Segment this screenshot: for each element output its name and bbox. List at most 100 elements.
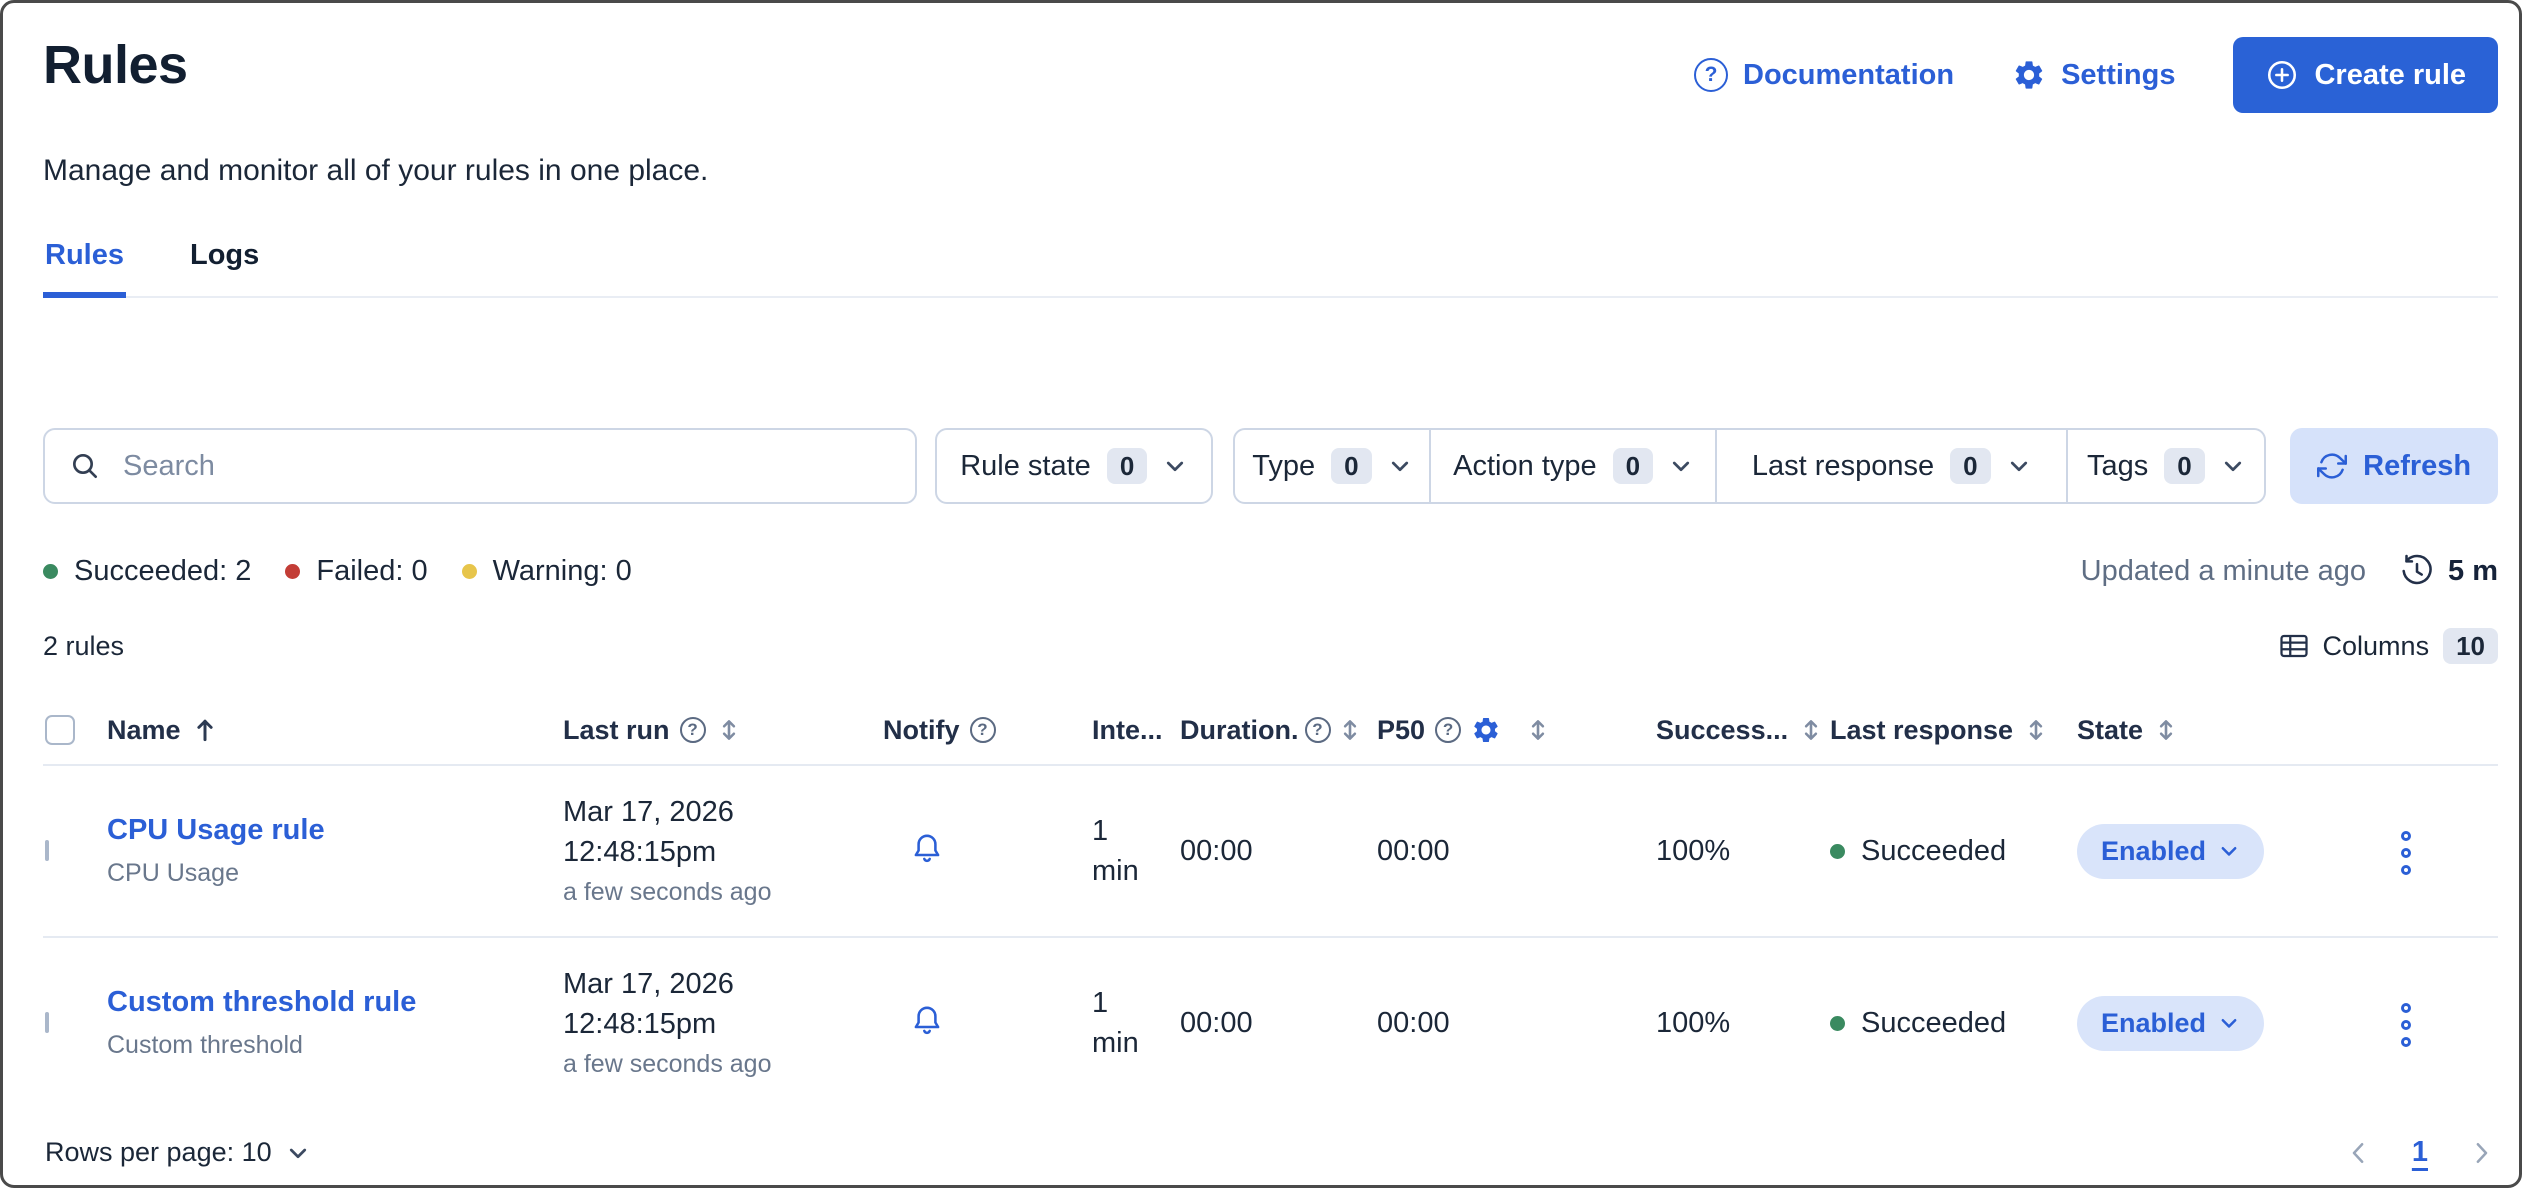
last-run-cell: Mar 17, 2026 12:48:15pm a few seconds ag… (563, 964, 883, 1082)
select-all-checkbox[interactable] (45, 715, 75, 745)
notify-cell (883, 831, 1092, 872)
interval-value: 1 min (1092, 983, 1156, 1063)
settings-link[interactable]: Settings (2012, 58, 2175, 92)
rule-type-label: Custom threshold (107, 1031, 563, 1060)
header-state[interactable]: State (2077, 715, 2393, 746)
header-name[interactable]: Name (107, 715, 563, 746)
page-number[interactable]: 1 (2412, 1136, 2428, 1169)
chevron-down-icon (2218, 1012, 2240, 1034)
last-run-date: Mar 17, 2026 (563, 964, 883, 1004)
header-duration[interactable]: Duration. ? (1180, 715, 1377, 746)
next-page-icon[interactable] (2466, 1138, 2496, 1168)
refresh-label: Refresh (2363, 450, 2471, 483)
chevron-down-icon (2221, 454, 2245, 478)
create-rule-button[interactable]: Create rule (2233, 37, 2498, 113)
state-dropdown[interactable]: Enabled (2077, 824, 2264, 879)
columns-label: Columns (2323, 631, 2430, 662)
filter-rule-state[interactable]: Rule state 0 (935, 428, 1213, 504)
sortable-icon (1337, 717, 1363, 743)
rule-name-link[interactable]: Custom threshold rule (107, 986, 416, 1018)
sortable-icon (2023, 717, 2049, 743)
documentation-link[interactable]: ? Documentation (1694, 58, 1954, 92)
previous-page-icon[interactable] (2344, 1138, 2374, 1168)
refresh-interval-button[interactable]: 5 m (2400, 554, 2498, 588)
last-run-time: 12:48:15pm (563, 832, 883, 872)
info-icon[interactable]: ? (970, 717, 996, 743)
filter-tags-count: 0 (2164, 448, 2204, 484)
page-title: Rules (43, 33, 188, 97)
columns-count-badge: 10 (2443, 628, 2498, 664)
tab-logs[interactable]: Logs (188, 239, 261, 298)
filter-group: Type 0 Action type 0 Last response 0 Tag… (1233, 428, 2267, 504)
header-last-run[interactable]: Last run ? (563, 715, 883, 746)
table-grid-icon (2279, 631, 2309, 661)
search-icon (69, 450, 101, 482)
page-content: Rules ? Documentation Settings Create ru… (3, 3, 2519, 1185)
status-row: Succeeded: 2 Failed: 0 Warning: 0 Update… (43, 554, 2498, 588)
filter-type-label: Type (1252, 450, 1315, 483)
header-success-ratio[interactable]: Success... (1656, 715, 1830, 746)
status-failed: Failed: 0 (285, 555, 427, 588)
filter-type[interactable]: Type 0 (1235, 430, 1430, 502)
duration-value: 00:00 (1180, 835, 1377, 868)
filter-action-type-count: 0 (1613, 448, 1653, 484)
name-cell: CPU Usage rule CPU Usage (107, 814, 563, 888)
filter-last-response[interactable]: Last response 0 (1715, 430, 2066, 502)
info-icon[interactable]: ? (1305, 717, 1331, 743)
page-header: Rules ? Documentation Settings Create ru… (43, 33, 2498, 113)
filter-last-response-label: Last response (1752, 450, 1934, 483)
refresh-button[interactable]: Refresh (2290, 428, 2498, 504)
last-run-time: 12:48:15pm (563, 1004, 883, 1044)
row-checkbox[interactable] (45, 840, 49, 861)
success-ratio-value: 100% (1656, 835, 1830, 868)
warning-dot-icon (462, 564, 477, 579)
state-value: Enabled (2101, 836, 2206, 867)
rule-name-link[interactable]: CPU Usage rule (107, 814, 325, 846)
sortable-icon (2153, 717, 2179, 743)
succeeded-dot-icon (1830, 844, 1845, 859)
refresh-interval-label: 5 m (2448, 555, 2498, 588)
chevron-down-icon (1669, 454, 1693, 478)
clock-refresh-icon (2400, 554, 2434, 588)
state-cell: Enabled (2077, 996, 2393, 1051)
filter-rule-state-count: 0 (1107, 448, 1147, 484)
help-icon: ? (1694, 58, 1728, 92)
gear-icon[interactable] (1471, 715, 1501, 745)
bell-icon[interactable] (909, 1003, 945, 1039)
rule-count: 2 rules (43, 631, 124, 662)
info-icon[interactable]: ? (1435, 717, 1461, 743)
header-last-response[interactable]: Last response (1830, 715, 2077, 746)
tab-rules[interactable]: Rules (43, 239, 126, 298)
interval-value: 1 min (1092, 811, 1156, 891)
state-dropdown[interactable]: Enabled (2077, 996, 2264, 1051)
header-interval: Inte... (1092, 715, 1180, 746)
search-input[interactable] (121, 449, 891, 484)
last-run-relative: a few seconds ago (563, 1046, 883, 1082)
last-run-cell: Mar 17, 2026 12:48:15pm a few seconds ag… (563, 792, 883, 910)
row-actions-menu[interactable] (2401, 831, 2411, 875)
header-p50[interactable]: P50 ? (1377, 715, 1656, 746)
header-notify: Notify ? (883, 715, 1092, 746)
last-run-date: Mar 17, 2026 (563, 792, 883, 832)
p50-value: 00:00 (1377, 1007, 1656, 1040)
sortable-icon (1525, 717, 1551, 743)
table-meta-row: 2 rules Columns 10 (43, 628, 2498, 664)
documentation-label: Documentation (1743, 59, 1954, 92)
filter-action-type[interactable]: Action type 0 (1429, 430, 1715, 502)
row-actions-menu[interactable] (2401, 1003, 2411, 1047)
rows-per-page-label: Rows per page: 10 (45, 1137, 272, 1168)
bell-icon[interactable] (909, 831, 945, 867)
filter-tags[interactable]: Tags 0 (2066, 430, 2265, 502)
last-response-value: Succeeded (1861, 835, 2006, 868)
columns-button[interactable]: Columns 10 (2279, 628, 2498, 664)
name-cell: Custom threshold rule Custom threshold (107, 986, 563, 1060)
filter-action-type-label: Action type (1453, 450, 1596, 483)
succeeded-label: Succeeded: 2 (74, 555, 251, 588)
rows-per-page-dropdown[interactable]: Rows per page: 10 (45, 1137, 310, 1168)
filter-tags-label: Tags (2087, 450, 2148, 483)
succeeded-dot-icon (1830, 1016, 1845, 1031)
succeeded-dot-icon (43, 564, 58, 579)
info-icon[interactable]: ? (680, 717, 706, 743)
duration-value: 00:00 (1180, 1007, 1377, 1040)
row-checkbox[interactable] (45, 1012, 49, 1033)
